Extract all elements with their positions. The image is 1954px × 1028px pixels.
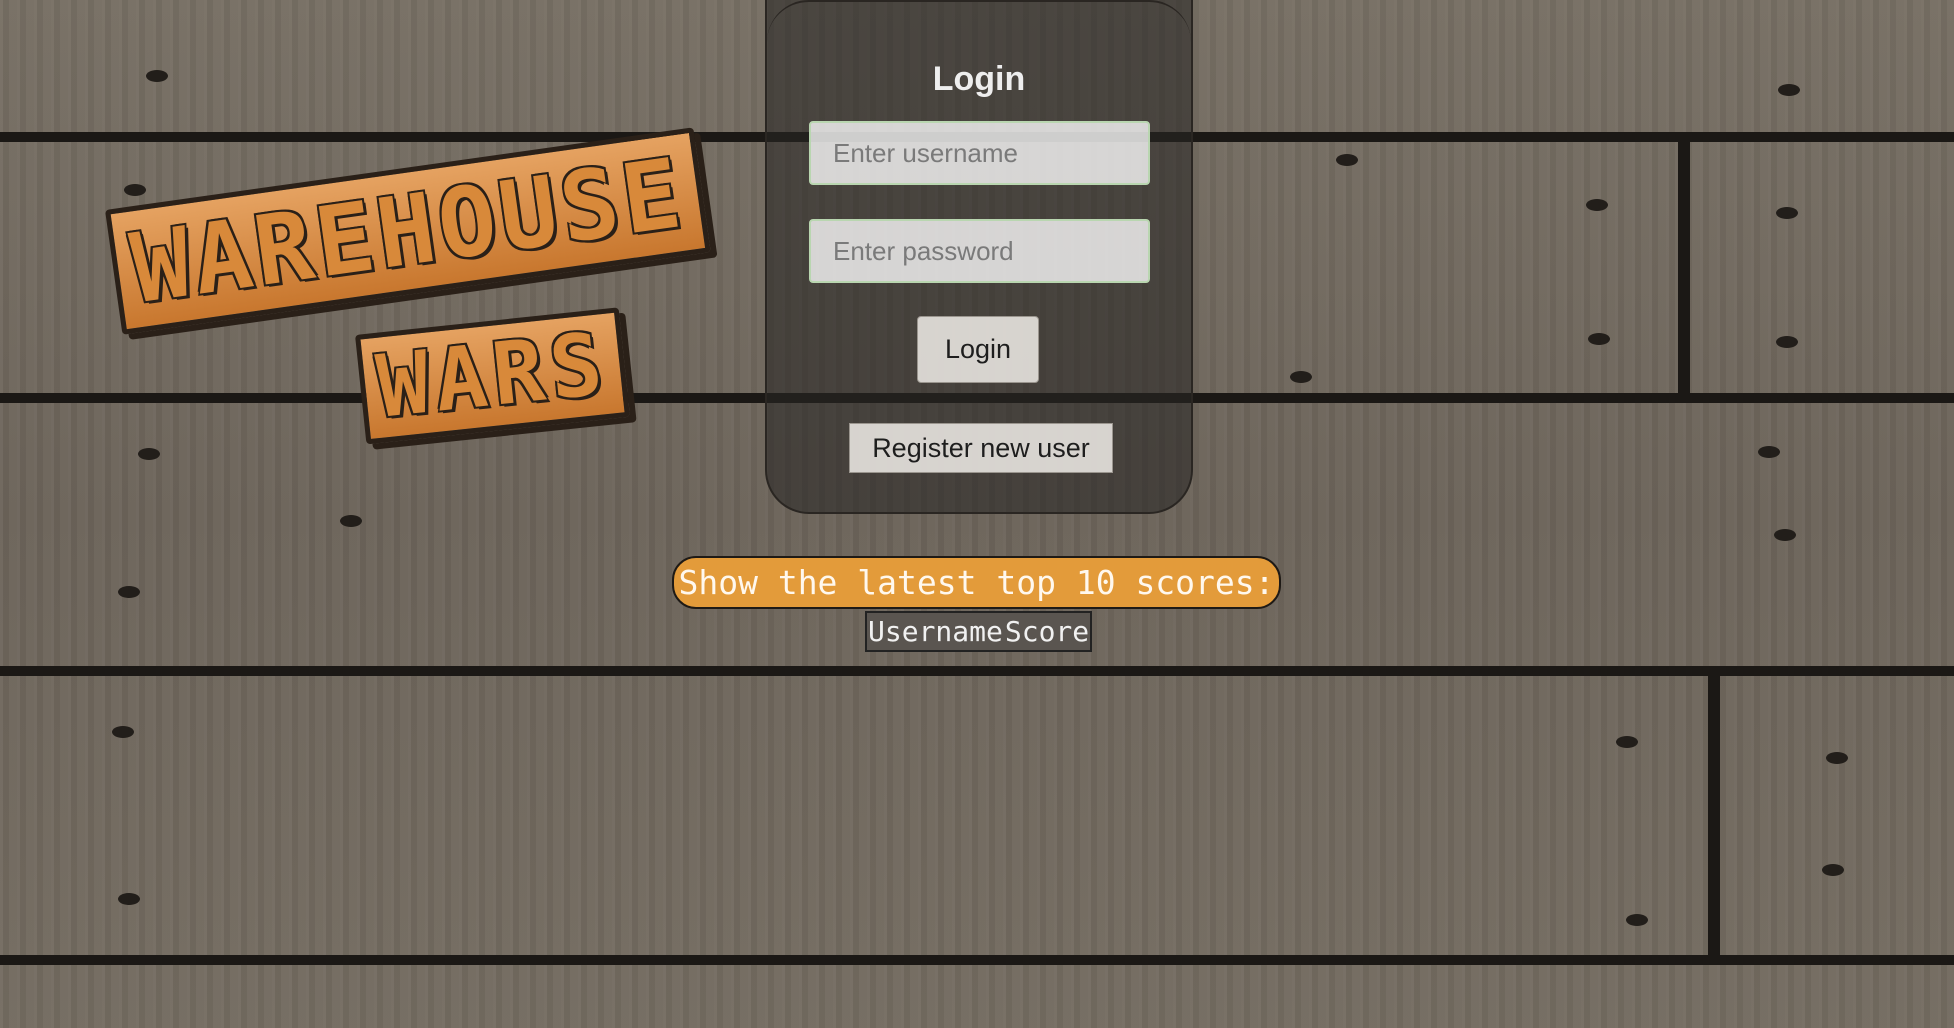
nail-hole xyxy=(1758,446,1780,458)
login-button[interactable]: Login xyxy=(917,316,1039,383)
username-column-header: Username xyxy=(868,615,1003,648)
scores-table: Username Score xyxy=(865,611,1093,652)
nail-hole xyxy=(1776,336,1798,348)
username-input[interactable] xyxy=(809,121,1150,185)
plank-gap xyxy=(1708,672,1720,960)
nail-hole xyxy=(1826,752,1848,764)
nail-hole xyxy=(1626,914,1648,926)
score-column-header: Score xyxy=(1004,615,1090,648)
plank-gap xyxy=(1678,140,1690,398)
login-panel: Login Login Register new user xyxy=(765,0,1193,514)
login-title: Login xyxy=(932,60,1026,98)
nail-hole xyxy=(1290,371,1312,383)
nail-hole xyxy=(118,586,140,598)
nail-hole xyxy=(1586,199,1608,211)
nail-hole xyxy=(118,893,140,905)
nail-hole xyxy=(1616,736,1638,748)
nail-hole xyxy=(1776,207,1798,219)
plank-gap xyxy=(0,666,1954,676)
game-logo: WAREHOUSE WARS xyxy=(95,127,855,450)
plank-gap xyxy=(0,955,1954,965)
nail-hole xyxy=(112,726,134,738)
show-top-scores-button[interactable]: Show the latest top 10 scores: xyxy=(672,556,1281,609)
logo-title-warehouse: WAREHOUSE xyxy=(105,127,711,335)
nail-hole xyxy=(146,70,168,82)
nail-hole xyxy=(340,515,362,527)
nail-hole xyxy=(1336,154,1358,166)
nail-hole xyxy=(1778,84,1800,96)
nail-hole xyxy=(1588,333,1610,345)
logo-title-wars: WARS xyxy=(355,307,631,445)
nail-hole xyxy=(1774,529,1796,541)
scores-table-header-row: Username Score xyxy=(866,612,1091,651)
nail-hole xyxy=(1822,864,1844,876)
password-input[interactable] xyxy=(809,219,1150,283)
register-button[interactable]: Register new user xyxy=(849,423,1113,473)
